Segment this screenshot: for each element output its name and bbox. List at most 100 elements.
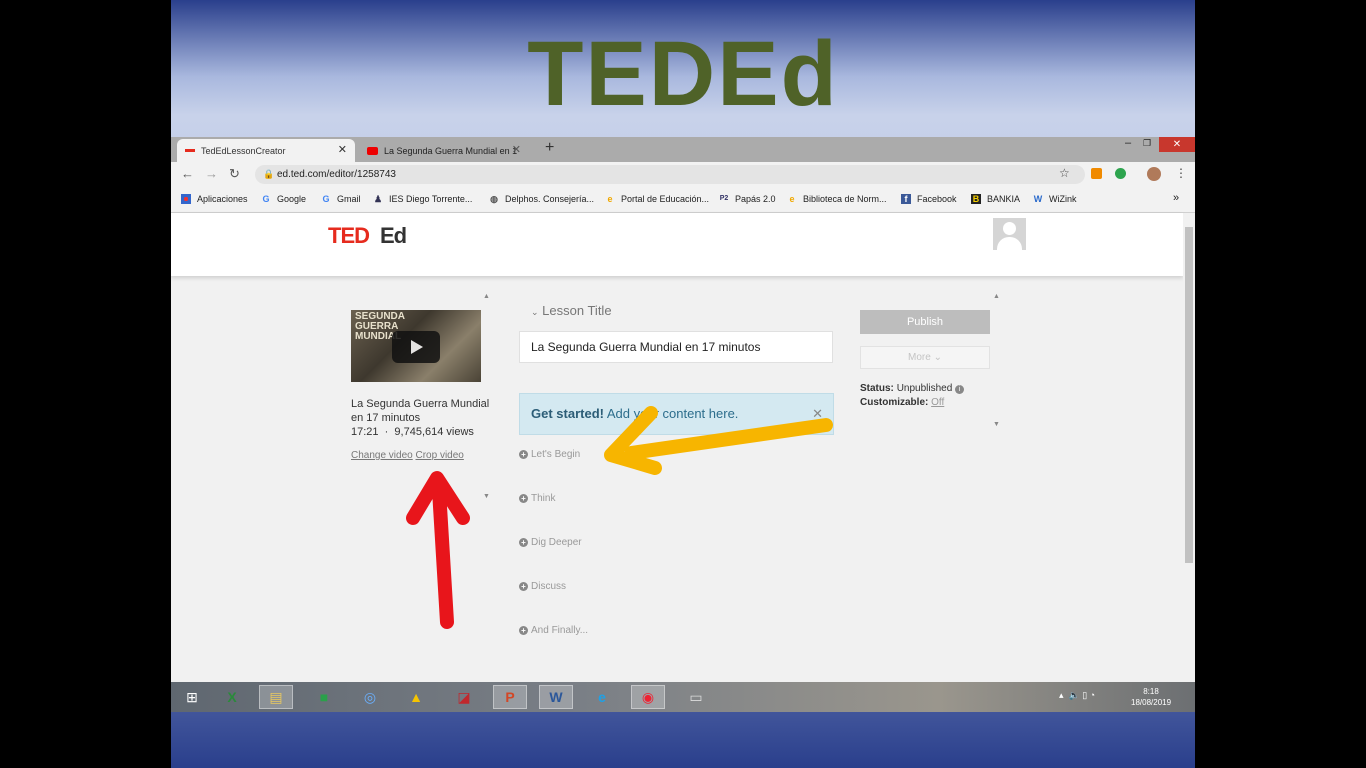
bookmark-bankia[interactable]: B BANKIA: [971, 194, 1020, 204]
tab-youtube[interactable]: La Segunda Guerra Mundial en 1 ✕: [359, 139, 529, 162]
bookmark-star-icon[interactable]: ☆: [1059, 166, 1070, 180]
bankia-icon: B: [971, 194, 981, 204]
youtube-icon: [367, 146, 378, 155]
close-icon[interactable]: ✕: [812, 394, 823, 434]
google-icon: G: [262, 194, 270, 204]
google-icon: G: [322, 194, 330, 204]
close-tab-icon[interactable]: ✕: [338, 143, 347, 156]
chrome-icon[interactable]: ◉: [631, 685, 665, 709]
bookmark-google[interactable]: G Google: [261, 194, 306, 204]
ted-header: TED Ed: [171, 213, 1183, 276]
plus-icon: +: [519, 494, 528, 503]
bookmark-papas[interactable]: P2 Papás 2.0: [719, 194, 776, 204]
status-value: Unpublished: [896, 383, 953, 394]
more-button[interactable]: More ⌄: [860, 346, 990, 369]
globe-icon: ◍: [490, 194, 498, 204]
window-close-icon[interactable]: ✕: [1159, 137, 1195, 152]
internet-explorer-icon[interactable]: e: [585, 685, 619, 709]
tab-ted-lesson-creator[interactable]: TedEdLessonCreator ✕: [177, 139, 355, 162]
get-started-banner: Get started! Add your content here. ✕: [519, 393, 834, 435]
bookmark-facebook[interactable]: f Facebook: [901, 194, 957, 204]
store-icon[interactable]: ■: [307, 685, 341, 709]
page-scrollbar[interactable]: [1183, 213, 1195, 682]
powerpoint-icon[interactable]: P: [493, 685, 527, 709]
acrobat-icon[interactable]: ◪: [447, 685, 481, 709]
ted-logo[interactable]: TED: [328, 223, 370, 249]
scroll-up-icon[interactable]: ▲: [993, 293, 1000, 300]
user-avatar[interactable]: [993, 218, 1026, 250]
video-thumbnail[interactable]: SEGUNDA GUERRA MUNDIAL: [351, 310, 481, 382]
plus-icon: +: [519, 538, 528, 547]
plus-icon: +: [519, 626, 528, 635]
customizable-toggle[interactable]: Off: [931, 397, 944, 408]
bookmark-gmail[interactable]: G Gmail: [321, 194, 360, 204]
new-tab-button[interactable]: +: [545, 139, 554, 157]
video-title: La Segunda Guerra Mundial en 17 minutos: [351, 398, 490, 424]
lock-icon: 🔒: [263, 169, 275, 179]
scroll-down-icon[interactable]: ▼: [993, 421, 1000, 428]
section-discuss[interactable]: + Discuss: [519, 581, 566, 592]
ed-logo[interactable]: Ed: [380, 223, 407, 249]
info-icon[interactable]: i: [955, 385, 965, 394]
close-tab-icon[interactable]: ✕: [512, 143, 521, 156]
change-video-link[interactable]: Change video: [351, 450, 413, 461]
lesson-title-toggle[interactable]: ⌄ Lesson Title: [531, 303, 612, 318]
extension-icon[interactable]: [1091, 168, 1102, 179]
customizable-label: Customizable:: [860, 397, 929, 408]
clock-date: 18/08/2019: [1131, 698, 1172, 707]
bookmark-aplicaciones[interactable]: Aplicaciones: [181, 194, 248, 204]
word-icon[interactable]: W: [539, 685, 573, 709]
file-explorer-icon[interactable]: ▤: [259, 685, 293, 709]
minimize-icon[interactable]: –: [1125, 137, 1131, 149]
publish-button[interactable]: Publish: [860, 310, 990, 334]
bookmark-portal[interactable]: e Portal de Educación...: [605, 194, 709, 204]
lesson-title-input[interactable]: La Segunda Guerra Mundial en 17 minutos: [519, 331, 833, 363]
profile-avatar[interactable]: [1147, 167, 1161, 181]
clock[interactable]: 8:18 18/08/2019: [1131, 686, 1171, 708]
google-drive-icon[interactable]: ▲: [399, 685, 433, 709]
presentation-slide: TEDEd TedEdLessonCreator ✕ La Segunda Gu…: [171, 0, 1195, 768]
scrollbar-thumb[interactable]: [1185, 227, 1193, 563]
forward-icon[interactable]: →: [205, 166, 218, 181]
slide-title: TEDEd: [527, 23, 839, 125]
play-icon[interactable]: [392, 331, 440, 363]
bookmarks-overflow-icon[interactable]: »: [1173, 192, 1179, 204]
network-computer-icon[interactable]: ▭: [679, 685, 713, 709]
back-icon[interactable]: ←: [181, 166, 194, 181]
section-dig-deeper[interactable]: + Dig Deeper: [519, 537, 582, 548]
section-think[interactable]: + Think: [519, 493, 555, 504]
chevron-down-icon: ⌄: [933, 352, 942, 363]
windows-taskbar: ⊞ X ▤ ■ ◎ ▲ ◪ P W e ◉ ▭ ▴ 🔈 ▯ ◔ 8:18 18/…: [171, 682, 1195, 712]
ted-favicon-icon: [185, 149, 195, 152]
address-bar-row: ← → ↻ 🔒 ed.ted.com/editor/1258743 ☆ ⋮: [171, 162, 1195, 187]
start-icon[interactable]: ⊞: [175, 685, 209, 709]
url-input[interactable]: 🔒 ed.ted.com/editor/1258743: [255, 165, 1085, 184]
extension-shield-icon[interactable]: [1115, 168, 1126, 179]
system-tray[interactable]: ▴ 🔈 ▯ ◔: [1059, 690, 1095, 701]
facebook-icon: f: [901, 194, 911, 204]
section-and-finally[interactable]: + And Finally...: [519, 625, 588, 636]
cortana-icon[interactable]: ◎: [353, 685, 387, 709]
bookmark-delphos[interactable]: ◍ Delphos. Consejería...: [489, 194, 594, 204]
bookmark-wizink[interactable]: W WiZink: [1033, 194, 1077, 204]
crop-video-link[interactable]: Crop video: [416, 450, 464, 461]
video-views: 9,745,614 views: [394, 426, 474, 438]
tab-strip: TedEdLessonCreator ✕ La Segunda Guerra M…: [171, 137, 1195, 162]
excel-icon[interactable]: X: [215, 685, 249, 709]
ie-icon: e: [789, 194, 795, 204]
url-text: ed.ted.com/editor/1258743: [277, 169, 396, 180]
menu-icon[interactable]: ⋮: [1175, 166, 1187, 180]
bookmark-biblioteca[interactable]: e Biblioteca de Norm...: [787, 194, 886, 204]
ted-ed-editor-page: TED Ed ▲ ▼ ▲ ▼ SEGUNDA GUERRA MUNDIAL La…: [171, 213, 1183, 682]
bookmarks-bar: Aplicaciones G Google G Gmail ♟ IES Diego T…: [171, 187, 1195, 213]
scroll-down-icon[interactable]: ▼: [483, 493, 490, 500]
reload-icon[interactable]: ↻: [229, 166, 240, 182]
bookmark-ies[interactable]: ♟ IES Diego Torrente...: [373, 194, 472, 204]
status-label: Status:: [860, 383, 894, 394]
plus-icon: +: [519, 450, 528, 459]
video-links: Change video Crop video: [351, 450, 464, 461]
tab-label: TedEdLessonCreator: [201, 145, 286, 156]
section-lets-begin[interactable]: + Let's Begin: [519, 449, 580, 460]
restore-icon[interactable]: ❐: [1143, 138, 1151, 149]
scroll-up-icon[interactable]: ▲: [483, 293, 490, 300]
